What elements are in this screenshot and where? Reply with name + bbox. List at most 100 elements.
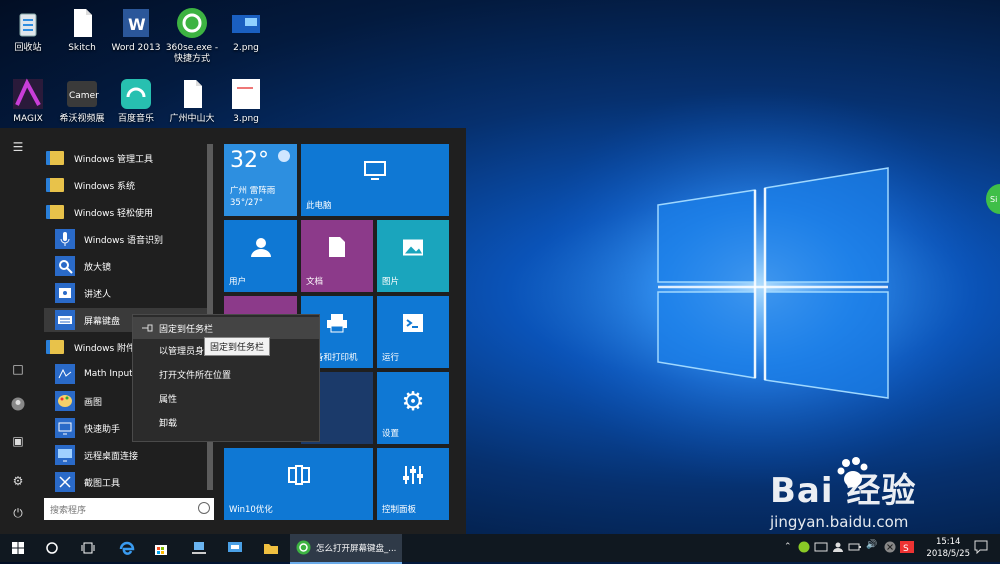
tray-battery-icon[interactable] <box>848 541 862 556</box>
pin-icon <box>142 324 153 332</box>
desktop-icon-label: 百度音乐 <box>117 114 154 124</box>
gear-icon: ⚙ <box>401 387 425 418</box>
tray-people-icon[interactable] <box>832 541 844 556</box>
paint-palette-icon <box>54 391 76 411</box>
desktop-icon-guangzhou-file[interactable]: 广州中山大 <box>164 77 220 125</box>
laptop-app-icon[interactable] <box>186 534 212 562</box>
desktop-icon-camera[interactable]: Camera 希沃视频展 <box>54 77 110 125</box>
tile-control-panel[interactable]: 控制面板 <box>377 448 449 520</box>
baidu-music-icon <box>119 77 153 111</box>
weather-temp: 32° <box>230 148 269 173</box>
run-icon <box>402 313 424 339</box>
weather-desc: 广州 雷阵雨 <box>230 186 276 196</box>
keyboard-icon <box>54 310 76 330</box>
menu-item-label: 打开文件所在位置 <box>159 370 232 381</box>
app-folder-windows-admin-tools[interactable]: Windows 管理工具 <box>44 146 208 170</box>
taskbar-clock[interactable]: 15:14 2018/5/25 <box>926 536 970 560</box>
menu-item-properties[interactable]: 属性 <box>133 387 319 409</box>
file-explorer-folder-icon[interactable] <box>258 534 284 562</box>
file-explorer-icon[interactable]: ▣ <box>6 430 30 452</box>
desktop-icon-3png[interactable]: 3.png <box>218 77 274 125</box>
app-folder-windows-system[interactable]: Windows 系统 <box>44 173 208 197</box>
file-icon <box>175 77 209 111</box>
desktop-icon-skitch[interactable]: Skitch <box>54 6 110 54</box>
cortana-search-icon[interactable] <box>40 534 64 562</box>
desktop-icon-2png[interactable]: 2.png <box>218 6 274 54</box>
image-file-icon <box>229 6 263 40</box>
tile-run[interactable]: 运行 <box>377 296 449 368</box>
folder-icon <box>44 175 66 195</box>
app-label: Windows 语音识别 <box>84 235 164 246</box>
app-magnifier[interactable]: 放大镜 <box>44 254 208 278</box>
power-icon[interactable]: ⏻ <box>6 502 30 524</box>
tray-sogou-icon[interactable]: S <box>900 541 914 556</box>
search-programs-input[interactable]: 搜索程序 <box>44 498 214 520</box>
app-label: 远程桌面连接 <box>84 451 139 462</box>
app-label: Windows 轻松使用 <box>74 208 154 219</box>
edge-browser-icon[interactable] <box>114 534 140 562</box>
desktop-icon-360se[interactable]: 360se.exe - 快捷方式 <box>164 6 220 65</box>
360-browser-icon <box>296 540 311 555</box>
picture-icon <box>402 238 424 263</box>
menu-item-uninstall[interactable]: 卸载 <box>133 411 319 433</box>
menu-item-open-file-location[interactable]: 打开文件所在位置 <box>133 363 319 385</box>
folder-icon <box>44 148 66 168</box>
tile-user[interactable]: 用户 <box>224 220 297 292</box>
tile-weather[interactable]: 32° 广州 雷阵雨 35°/27° <box>224 144 297 216</box>
desktop-icon-label: 2.png <box>233 43 259 53</box>
hamburger-menu-icon[interactable]: ☰ <box>6 136 30 158</box>
tile-this-pc[interactable]: 此电脑 <box>301 144 449 216</box>
user-account-icon[interactable] <box>6 393 30 415</box>
app-remote-desktop[interactable]: 远程桌面连接 <box>44 443 208 467</box>
windows-start-icon[interactable] <box>6 534 30 562</box>
tile-settings[interactable]: ⚙ 设置 <box>377 372 449 444</box>
tile-label: 运行 <box>382 353 400 363</box>
task-view-icon[interactable] <box>76 534 100 562</box>
taskbar-active-window[interactable]: 怎么打开屏幕键盘_... <box>290 534 402 564</box>
action-center-icon[interactable] <box>974 540 988 557</box>
tile-pictures[interactable]: 图片 <box>377 220 449 292</box>
weather-range: 35°/27° <box>230 198 263 208</box>
app-label: Windows 系统 <box>74 181 136 192</box>
store-icon[interactable] <box>148 534 174 562</box>
show-hidden-icons-chevron-icon[interactable]: ⌃ <box>784 542 792 552</box>
tablet-mode-icon[interactable]: □ <box>6 358 30 380</box>
settings-gear-icon[interactable]: ⚙ <box>6 470 30 492</box>
image-file-icon <box>229 77 263 111</box>
menu-item-pin-to-taskbar[interactable]: 固定到任务栏 <box>133 317 319 339</box>
tile-documents[interactable]: 文档 <box>301 220 373 292</box>
watermark-url: jingyan.baidu.com <box>770 513 909 531</box>
search-icon <box>198 502 210 514</box>
desktop-icon-label: Skitch <box>68 43 96 53</box>
app-speech-recognition[interactable]: Windows 语音识别 <box>44 227 208 251</box>
math-input-icon <box>54 364 76 384</box>
remote-app-icon[interactable] <box>222 534 248 562</box>
tray-network-icon[interactable] <box>814 541 828 556</box>
desktop-icon-word[interactable]: W Word 2013 <box>108 6 164 54</box>
tile-win10-optimize[interactable]: Win10优化 <box>224 448 373 520</box>
desktop-icon-label: 广州中山大 <box>169 114 215 124</box>
svg-text:S: S <box>903 544 909 553</box>
tray-x-icon[interactable] <box>884 541 896 556</box>
tray-green-icon[interactable] <box>798 541 810 556</box>
app-snipping-tool[interactable]: 截图工具 <box>44 470 208 494</box>
app-label: 放大镜 <box>84 262 112 273</box>
app-narrator[interactable]: 讲述人 <box>44 281 208 305</box>
desktop-icon-label: MAGIX <box>13 114 43 124</box>
desktop-icon-label: 希沃视频展 <box>59 114 105 124</box>
baidu-jingyan-watermark: Bai 经验 jingyan.baidu.com <box>770 455 990 533</box>
tile-label: 备和打印机 <box>315 353 358 363</box>
app-label: 屏幕键盘 <box>84 316 121 327</box>
monitor-icon <box>364 161 386 187</box>
desktop-icon-baidu-music[interactable]: 百度音乐 <box>108 77 164 125</box>
desktop-icon-magix[interactable]: MAGIX <box>0 77 56 125</box>
tray-speaker-icon[interactable]: 🔊 <box>866 540 877 550</box>
desktop-icon-recycle-bin[interactable]: 回收站 <box>0 6 56 54</box>
tile-label: 设置 <box>382 429 400 439</box>
app-label: 画图 <box>84 397 103 408</box>
app-folder-windows-ease-of-access[interactable]: Windows 轻松使用 <box>44 200 208 224</box>
taskbar: 怎么打开屏幕键盘_... ⌃ 🔊 S 15:14 2018/5/25 <box>0 534 1000 564</box>
clock-time: 15:14 <box>935 537 961 547</box>
microphone-icon <box>54 229 76 249</box>
svg-text:W: W <box>128 15 146 34</box>
